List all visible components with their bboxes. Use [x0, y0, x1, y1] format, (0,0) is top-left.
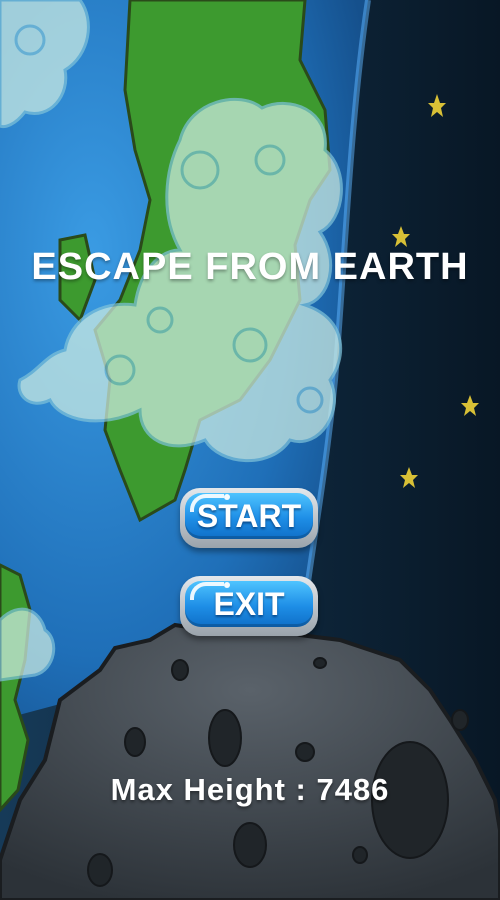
start-button-label[interactable]: START — [180, 488, 318, 548]
game-title: ESCAPE FROM EARTH — [31, 246, 469, 288]
max-height-score: Max Height : 7486 — [110, 772, 390, 807]
start-button[interactable]: START — [180, 488, 318, 548]
exit-button-label[interactable]: EXIT — [180, 576, 318, 636]
exit-button[interactable]: EXIT — [180, 576, 318, 636]
background-scene — [0, 0, 500, 900]
